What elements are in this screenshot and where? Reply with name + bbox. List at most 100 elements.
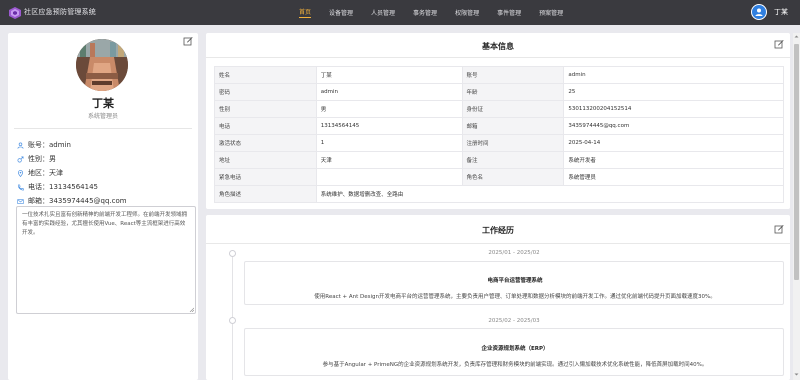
info-row: 地址 天津 备注 系统开发者 <box>214 151 784 169</box>
app-logo-icon[interactable] <box>8 6 22 20</box>
info-row: 密码 admin 年龄 25 <box>214 83 784 101</box>
profile-card: 丁某 系统管理员 账号：admin 性别：男 地区：天津 电话：13134564… <box>8 33 198 380</box>
timeline-card-desc: 使用React + Ant Design开发电商平台的运营管理系统，主要负责用户… <box>314 294 716 300</box>
edit-icon[interactable] <box>774 224 784 234</box>
info-value: 13134564145 <box>315 117 463 135</box>
timeline-card: 电商平台运营管理系统 使用React + Ant Design开发电商平台的运营… <box>244 261 784 305</box>
timeline-dot <box>229 250 236 257</box>
info-label: 账号 <box>461 66 565 84</box>
info-label: 地址 <box>214 151 317 169</box>
info-value: 3435974445@qq.com <box>563 117 784 135</box>
bio-textarea[interactable]: 一位技术扎实且富有创新精神的前端开发工程师。在前端开发领域拥有丰富的实践经验，尤… <box>16 206 196 314</box>
info-label: 角色名 <box>461 168 565 186</box>
info-value: 天津 <box>315 151 463 169</box>
profile-email-row: 邮箱：3435974445@qq.com <box>17 196 127 206</box>
timeline-card: 企业资源规划系统（ERP） 参与基于Angular + PrimeNG的企业资源… <box>244 328 784 376</box>
user-avatar-icon[interactable] <box>751 4 767 20</box>
info-value: admin <box>315 83 463 101</box>
nav-device-management[interactable]: 设备管理 <box>320 0 362 25</box>
profile-account-row: 账号：admin <box>17 140 71 150</box>
timeline-dot <box>229 317 236 324</box>
info-label: 紧急电话 <box>214 168 317 186</box>
info-value: 丁某 <box>315 66 463 84</box>
info-row: 性别男身份证 530113200204152514 <box>214 100 784 118</box>
resize-handle-icon[interactable] <box>189 307 194 312</box>
nav-label: 权限管理 <box>455 10 480 17</box>
timeline-date: 2025/01 - 2025/02 <box>488 250 540 256</box>
info-label: 备注 <box>461 151 565 169</box>
info-value: 系统开发者 <box>563 151 784 169</box>
profile-region-row: 地区：天津 <box>17 168 63 178</box>
nav-label: 人员管理 <box>371 10 396 17</box>
info-row: 姓名 丁某 账号 admin <box>214 66 784 84</box>
top-navbar: 社区应急预防管理系统 首页 设备管理 人员管理 事务管理 权限管理 事件管理 预… <box>0 0 800 25</box>
scroll-up-arrow-icon[interactable] <box>794 34 799 39</box>
info-label: 姓名 <box>214 66 317 84</box>
info-label: 激活状态 <box>214 134 317 152</box>
nav-label: 设备管理 <box>329 10 354 17</box>
divider <box>206 57 790 58</box>
app-title: 社区应急预防管理系统 <box>24 8 96 16</box>
nav-plan-management[interactable]: 预案管理 <box>530 0 572 25</box>
location-icon <box>17 169 24 177</box>
info-label: 邮箱 <box>461 117 565 135</box>
info-row: 电话 13134564145 邮箱 3435974445@qq.com <box>214 117 784 135</box>
info-row: 角色描述 系统维护、数据增删改查、全路由 <box>214 185 785 203</box>
edit-icon[interactable] <box>774 39 784 49</box>
nav-label: 事务管理 <box>413 10 438 17</box>
info-row: 激活状态 1 注册时间 2025-04-14 <box>214 134 784 152</box>
timeline-card-title: 企业资源规划系统（ERP） <box>481 346 549 352</box>
info-value: 系统管理员 <box>563 168 784 186</box>
info-label: 角色描述 <box>214 185 317 203</box>
timeline-card-title: 电商平台运营管理系统 <box>487 278 543 284</box>
info-value: 男 <box>315 100 463 118</box>
info-label: 注册时间 <box>461 134 565 152</box>
basic-info-panel: 基本信息 姓名 丁某 账号 admin 密码 admin 年龄 25 性别男身份证 5301132… <box>206 33 790 209</box>
info-label: 电话 <box>214 117 317 135</box>
user-menu[interactable]: 丁某 <box>751 4 788 20</box>
profile-avatar <box>76 39 128 91</box>
info-value: 1 <box>315 134 463 152</box>
work-history-panel: 工作经历 2025/01 - 2025/02 电商平台运营管理系统 使用Reac… <box>206 215 790 380</box>
nav-personnel-management[interactable]: 人员管理 <box>362 0 404 25</box>
divider <box>206 243 790 244</box>
info-value: 系统维护、数据增删改查、全路由 <box>315 185 785 203</box>
bio-text: 一位技术扎实且富有创新精神的前端开发工程师。在前端开发领域拥有丰富的实践经验，尤… <box>22 212 188 236</box>
profile-name: 丁某 <box>92 97 114 110</box>
profile-email: 邮箱：3435974445@qq.com <box>28 197 127 205</box>
edit-icon[interactable] <box>183 36 193 46</box>
basic-info-table: 姓名 丁某 账号 admin 密码 admin 年龄 25 性别男身份证 530113200204… <box>214 66 785 203</box>
profile-region: 地区：天津 <box>28 169 63 177</box>
profile-gender-row: 性别：男 <box>17 154 56 164</box>
male-icon <box>17 156 24 162</box>
profile-phone: 电话：13134564145 <box>28 183 98 191</box>
profile-role: 系统管理员 <box>87 113 118 120</box>
timeline-card-desc: 参与基于Angular + PrimeNG的企业资源规划系统开发，负责库存管理和… <box>322 362 708 368</box>
scrollbar-thumb[interactable] <box>794 44 799 280</box>
user-icon <box>17 142 24 149</box>
info-label: 身份证 <box>461 100 565 118</box>
profile-gender: 性别：男 <box>28 155 56 163</box>
info-value <box>315 168 463 186</box>
info-label: 性别 <box>214 100 317 118</box>
nav-label: 预案管理 <box>539 10 564 17</box>
divider <box>14 128 192 129</box>
user-name[interactable]: 丁某 <box>774 7 788 17</box>
profile-account: 账号：admin <box>28 141 71 149</box>
profile-phone-row: 电话：13134564145 <box>17 182 98 192</box>
nav-label: 首页 <box>299 9 312 18</box>
info-value: 25 <box>563 83 784 101</box>
info-label: 密码 <box>214 83 317 101</box>
nav-label: 事件管理 <box>497 10 522 17</box>
work-history-title: 工作经历 <box>482 226 514 235</box>
info-row: 紧急电话 角色名 系统管理员 <box>214 168 784 186</box>
info-value: 2025-04-14 <box>563 134 784 152</box>
nav-permission-management[interactable]: 权限管理 <box>446 0 488 25</box>
nav-event-management[interactable]: 事件管理 <box>488 0 530 25</box>
info-value: admin <box>563 66 784 84</box>
scroll-down-arrow-icon[interactable] <box>794 372 799 377</box>
nav-home[interactable]: 首页 <box>290 0 320 25</box>
nav-affairs-management[interactable]: 事务管理 <box>404 0 446 25</box>
timeline-date: 2025/02 - 2025/03 <box>488 318 540 324</box>
main-nav: 首页 设备管理 人员管理 事务管理 权限管理 事件管理 预案管理 <box>290 0 572 25</box>
